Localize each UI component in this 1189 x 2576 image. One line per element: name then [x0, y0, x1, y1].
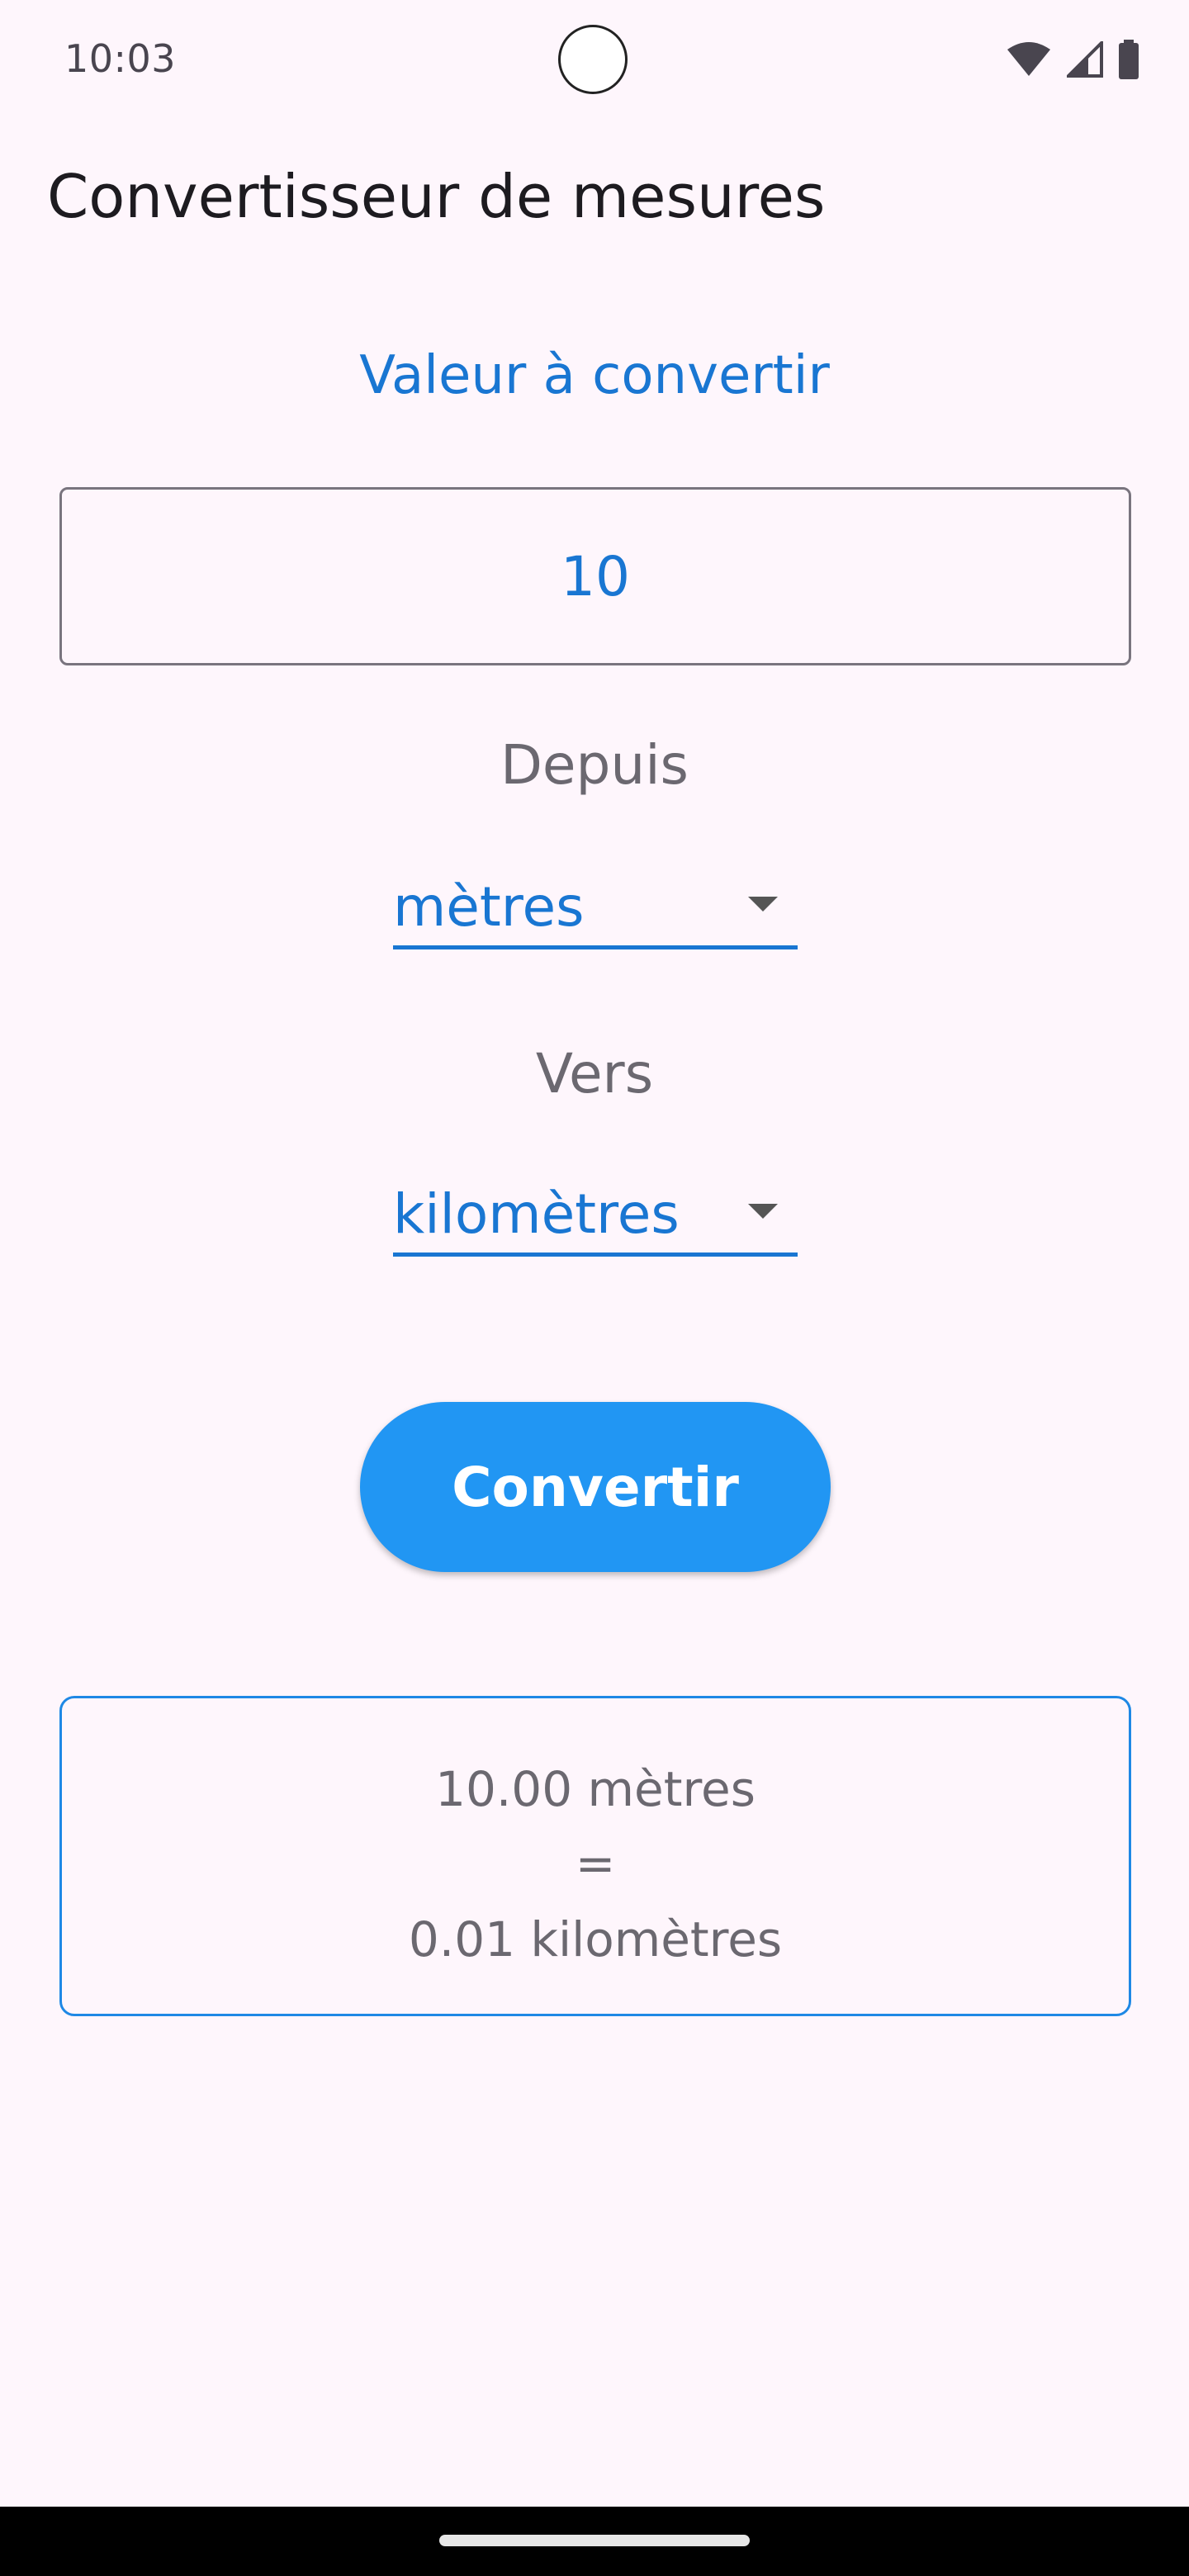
- camera-cutout: [558, 25, 628, 94]
- from-unit-value: mètres: [393, 875, 585, 939]
- to-unit-dropdown[interactable]: kilomètres: [393, 1174, 798, 1257]
- to-unit-value: kilomètres: [393, 1182, 680, 1246]
- dropdown-arrow-icon: [748, 1204, 778, 1219]
- result-source-value: 10.00 mètres: [435, 1761, 756, 1817]
- home-indicator[interactable]: [439, 2535, 750, 2546]
- result-equals-sign: =: [575, 1835, 616, 1892]
- battery-icon: [1118, 40, 1139, 79]
- status-icons: [1006, 38, 1139, 81]
- status-time: 10:03: [64, 36, 177, 81]
- app-title: Convertisseur de mesures: [47, 162, 826, 231]
- value-input[interactable]: [59, 487, 1131, 665]
- navigation-bar: [0, 2507, 1189, 2576]
- status-bar: 10:03: [0, 0, 1189, 124]
- result-converted-value: 0.01 kilomètres: [408, 1911, 783, 1968]
- cellular-signal-icon: [1067, 41, 1103, 78]
- convert-button[interactable]: Convertir: [360, 1402, 831, 1572]
- value-label: Valeur à convertir: [359, 345, 830, 406]
- dropdown-arrow-icon: [748, 897, 778, 912]
- wifi-icon: [1006, 41, 1052, 78]
- to-label: Vers: [535, 1042, 654, 1106]
- from-unit-dropdown[interactable]: mètres: [393, 867, 798, 949]
- result-box: 10.00 mètres = 0.01 kilomètres: [59, 1696, 1131, 2016]
- from-label: Depuis: [500, 733, 689, 797]
